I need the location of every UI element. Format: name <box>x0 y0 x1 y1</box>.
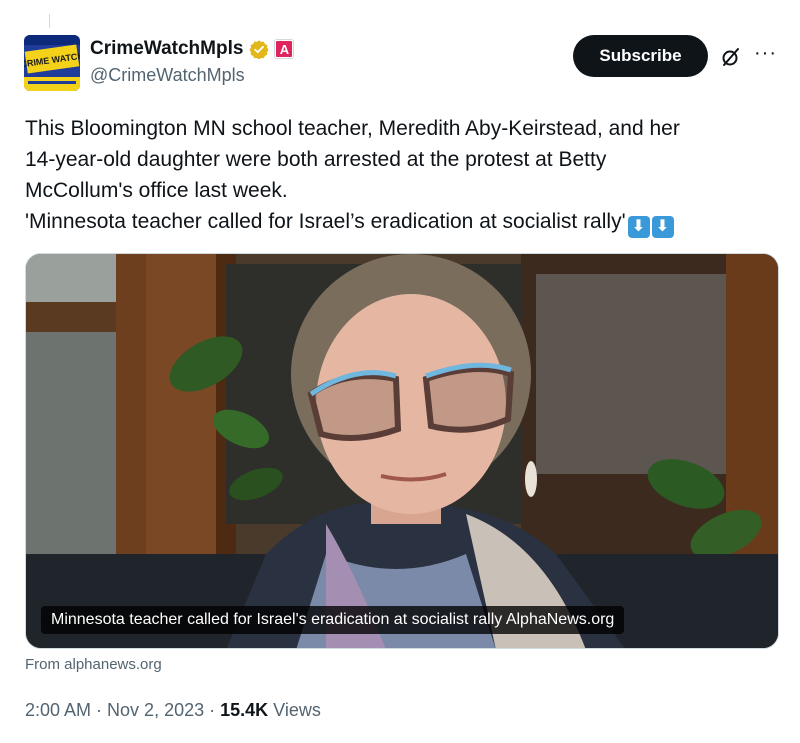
meta-separator: · <box>204 700 221 720</box>
avatar-image: CRIME WATCH <box>24 35 80 91</box>
views-count[interactable]: 15.4K <box>220 700 268 720</box>
tweet-line: McCollum's office last week. <box>25 179 288 202</box>
more-icon[interactable]: ··· <box>754 43 780 66</box>
tweet-text: This Bloomington MN school teacher, Mere… <box>25 113 785 238</box>
author-name-row: CrimeWatchMpls A <box>90 38 294 60</box>
tweet-line: 'Minnesota teacher called for Israel’s e… <box>25 210 626 233</box>
media-caption: Minnesota teacher called for Israel's er… <box>41 606 625 634</box>
avatar[interactable]: CRIME WATCH <box>24 35 80 91</box>
thread-connector <box>49 14 50 28</box>
meta-separator: · <box>91 700 108 720</box>
link-source[interactable]: From alphanews.org <box>25 656 162 673</box>
grok-icon[interactable] <box>720 46 742 68</box>
down-arrow-emoji-icon: ⬇ <box>627 216 650 238</box>
tweet-meta: 2:00 AM · Nov 2, 2023 · 15.4K Views <box>25 700 321 721</box>
tweet-line: 14-year-old daughter were both arrested … <box>25 148 607 171</box>
down-arrow-emoji-icon: ⬇ <box>651 216 674 238</box>
author-handle[interactable]: @CrimeWatchMpls <box>90 65 245 86</box>
tweet-line: This Bloomington MN school teacher, Mere… <box>25 117 680 140</box>
verified-badge-icon[interactable] <box>249 39 269 59</box>
tweet-date[interactable]: Nov 2, 2023 <box>107 700 204 720</box>
author-display-name[interactable]: CrimeWatchMpls <box>90 38 243 60</box>
tweet-time[interactable]: 2:00 AM <box>25 700 91 720</box>
tweet-line-with-emoji: 'Minnesota teacher called for Israel’s e… <box>25 206 785 238</box>
affiliate-badge-icon[interactable]: A <box>275 40 294 58</box>
link-card-media[interactable]: Minnesota teacher called for Israel's er… <box>25 253 779 649</box>
video-thumbnail-image <box>26 254 778 648</box>
subscribe-button[interactable]: Subscribe <box>573 35 708 77</box>
views-label: Views <box>268 700 321 720</box>
